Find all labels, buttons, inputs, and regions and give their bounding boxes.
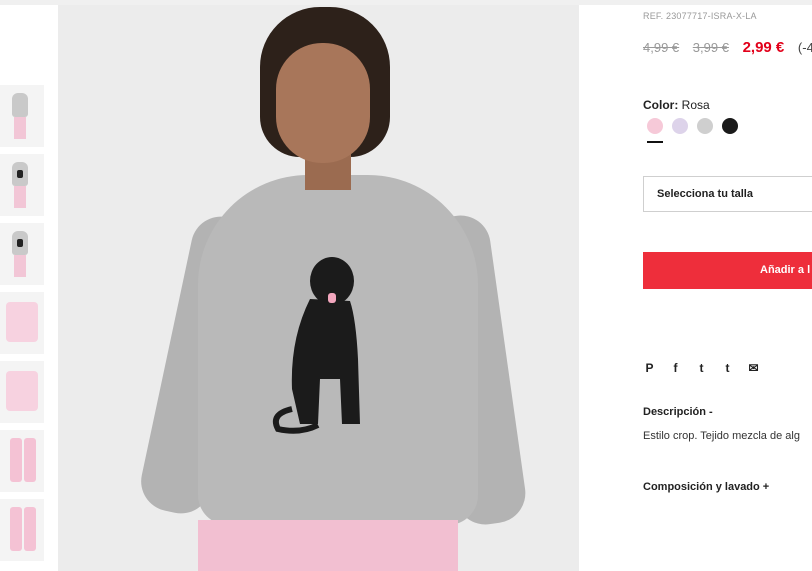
swatch-negro[interactable]	[722, 118, 738, 134]
pinterest-icon[interactable]: P	[643, 361, 656, 375]
composition-heading[interactable]: Composición y lavado +	[643, 481, 769, 493]
add-to-cart-button[interactable]: Añadir a l	[643, 252, 812, 289]
swatch-lila[interactable]	[672, 118, 688, 134]
product-info-panel: REF. 23077717-ISRA-X-LA 4,99 € 3,99 € 2,…	[643, 0, 812, 571]
product-main-image	[58, 5, 579, 571]
thumbnail-3[interactable]	[0, 223, 44, 285]
product-reference: REF. 23077717-ISRA-X-LA	[643, 11, 757, 21]
share-icons: P f t t ✉	[643, 361, 760, 375]
panther-print	[272, 257, 360, 434]
tumblr-icon[interactable]: t	[721, 361, 734, 375]
current-price: 2,99 €	[742, 39, 785, 56]
swatch-gris[interactable]	[697, 118, 713, 134]
thumbnail-5[interactable]	[0, 361, 44, 423]
thumbnail-1[interactable]	[0, 85, 44, 147]
color-label: Color: Rosa	[643, 98, 710, 112]
thumbnail-2[interactable]	[0, 154, 44, 216]
thumbnail-6[interactable]	[0, 430, 44, 492]
selected-color-name: Rosa	[681, 98, 710, 112]
price-block: 4,99 € 3,99 € 2,99 € (-40	[643, 39, 812, 56]
swatch-rosa[interactable]	[647, 118, 663, 134]
description-heading[interactable]: Descripción -	[643, 406, 713, 418]
previous-price: 3,99 €	[692, 40, 729, 55]
original-price: 4,99 €	[643, 40, 680, 55]
twitter-icon[interactable]: t	[695, 361, 708, 375]
color-swatches	[647, 118, 738, 134]
size-select[interactable]: Selecciona tu talla	[643, 176, 812, 212]
thumbnail-gallery	[0, 85, 45, 568]
discount-label: (-40	[797, 40, 812, 55]
thumbnail-4[interactable]	[0, 292, 44, 354]
email-icon[interactable]: ✉	[747, 361, 760, 375]
description-text: Estilo crop. Tejido mezcla de alg	[643, 430, 800, 442]
thumbnail-7[interactable]	[0, 499, 44, 561]
selected-swatch-indicator	[647, 141, 663, 143]
facebook-icon[interactable]: f	[669, 361, 682, 375]
